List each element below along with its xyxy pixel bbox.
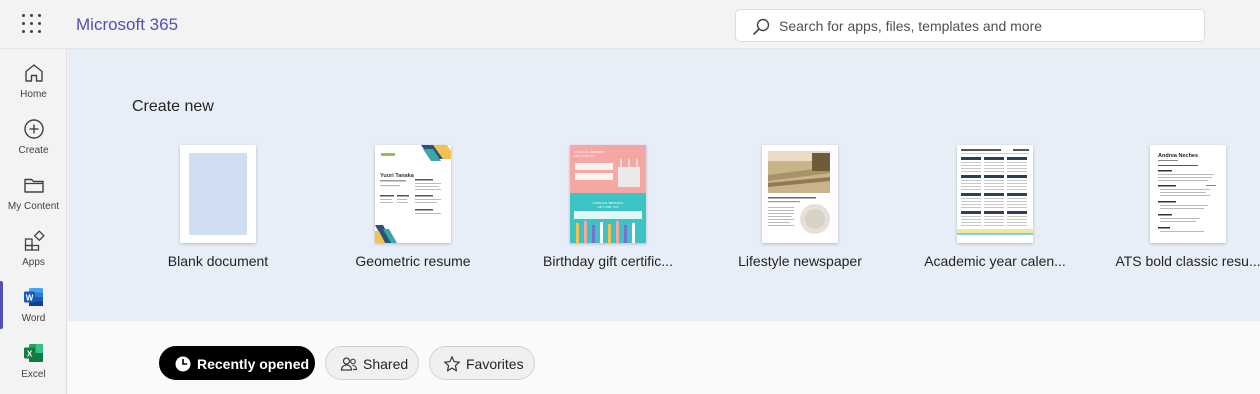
template-ats-bold-classic-resume[interactable]: Andrea Neches ATS bold classic resu... [1098, 145, 1260, 275]
search-input[interactable] [779, 10, 1189, 41]
filter-label: Recently opened [197, 356, 310, 372]
svg-text:GIFT FOR YOU: GIFT FOR YOU [597, 205, 618, 209]
clock-icon [175, 356, 191, 372]
search-box[interactable] [735, 9, 1205, 42]
template-name: Birthday gift certific... [543, 253, 673, 269]
apps-icon [24, 230, 45, 251]
app-launcher-icon[interactable] [22, 14, 44, 36]
folder-icon [24, 178, 44, 193]
filter-label: Favorites [466, 356, 524, 372]
rail-item-my-content[interactable]: My Content [0, 165, 67, 221]
home-icon [25, 64, 43, 82]
filter-label: Shared [363, 356, 409, 372]
rail-label-apps: Apps [22, 257, 45, 268]
filter-favorites[interactable]: Favorites [429, 346, 535, 380]
svg-text:Yuuri Tanaka: Yuuri Tanaka [380, 173, 415, 179]
template-name: ATS bold classic resu... [1115, 253, 1260, 269]
rail-item-create[interactable]: Create [0, 109, 67, 165]
section-title: Create new [132, 98, 214, 115]
svg-text:GIFT FOR YOU: GIFT FOR YOU [574, 154, 595, 158]
search-icon [753, 18, 770, 35]
word-icon: W [24, 288, 43, 306]
template-thumbnail: A SPECIAL BIRTHDAY GIFT FOR YOU A SPECIA… [570, 145, 646, 243]
svg-text:X: X [27, 349, 33, 358]
excel-icon: X [24, 344, 43, 362]
template-thumbnail [180, 145, 256, 243]
rail-label-my-content: My Content [7, 201, 60, 212]
filter-recently-opened[interactable]: Recently opened [159, 346, 315, 380]
plus-circle-icon [24, 119, 44, 139]
rail-label-excel: Excel [21, 369, 46, 380]
template-thumbnail [762, 145, 838, 243]
rail-item-apps[interactable]: Apps [0, 221, 67, 277]
top-bar: Microsoft 365 [0, 0, 1260, 49]
people-icon [340, 357, 358, 371]
template-thumbnail [957, 145, 1033, 243]
template-lifestyle-newspaper[interactable]: Lifestyle newspaper [710, 145, 890, 275]
template-name: Blank document [167, 253, 269, 269]
left-rail: Home Create My Content Apps W Word X Exc… [0, 49, 67, 394]
template-name: Academic year calen... [924, 253, 1066, 269]
star-icon [444, 356, 460, 372]
template-blank-document[interactable]: Blank document [128, 145, 308, 275]
rail-label-word: Word [21, 313, 46, 324]
filter-shared[interactable]: Shared [325, 346, 419, 380]
template-thumbnail: Andrea Neches [1150, 145, 1226, 243]
rail-label-home: Home [20, 89, 47, 100]
template-name: Geometric resume [355, 253, 471, 269]
file-filter-bar: Recently opened Shared Favorites [68, 321, 1260, 394]
rail-item-excel[interactable]: X Excel [0, 333, 67, 389]
svg-text:Andrea Neches: Andrea Neches [1158, 153, 1198, 159]
rail-label-create: Create [18, 145, 49, 156]
template-name: Lifestyle newspaper [738, 253, 862, 269]
create-new-section: Create new Blank document Yuuri Tanaka G… [68, 49, 1260, 321]
rail-item-word[interactable]: W Word [0, 277, 67, 333]
rail-item-home[interactable]: Home [0, 53, 67, 109]
svg-text:W: W [26, 293, 34, 302]
template-thumbnail: Yuuri Tanaka [375, 145, 451, 243]
app-title[interactable]: Microsoft 365 [76, 15, 178, 35]
template-birthday-gift-certificate[interactable]: A SPECIAL BIRTHDAY GIFT FOR YOU A SPECIA… [518, 145, 698, 275]
template-academic-year-calendar[interactable]: Academic year calen... [905, 145, 1085, 275]
template-geometric-resume[interactable]: Yuuri Tanaka Geometric resume [323, 145, 503, 275]
